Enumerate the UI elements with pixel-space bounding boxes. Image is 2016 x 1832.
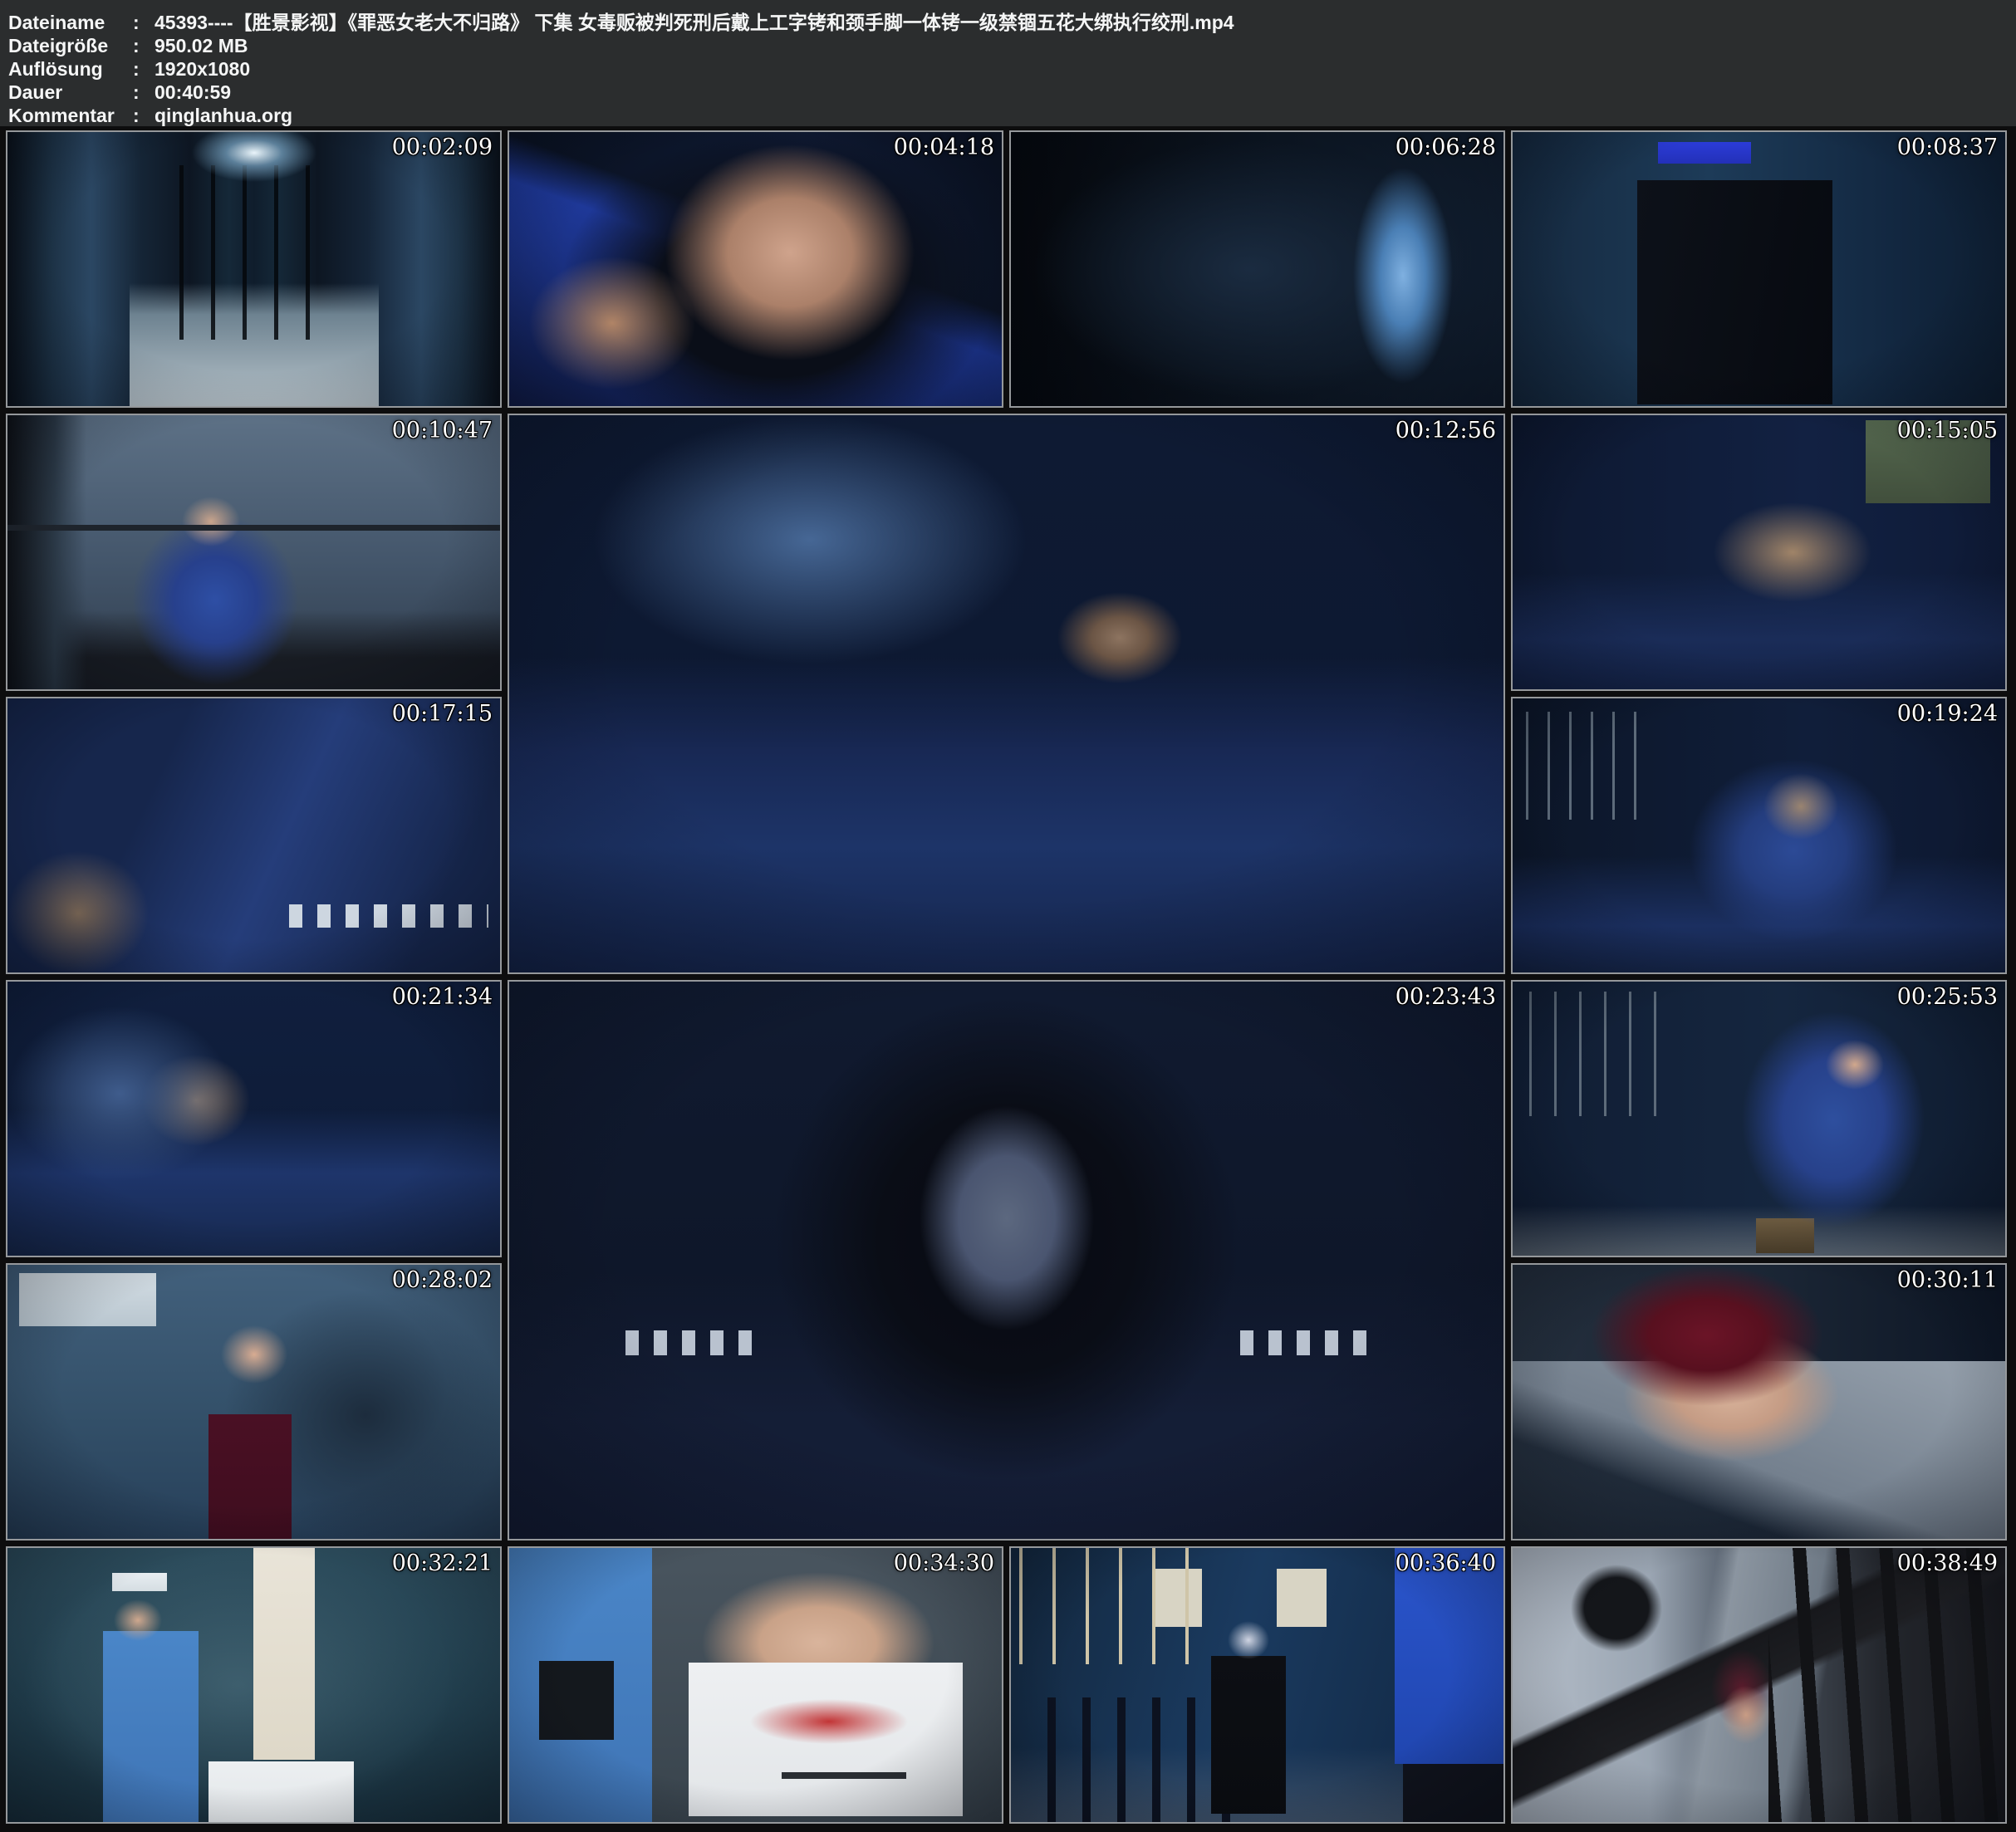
timestamp-overlay: 00:38:49 (1897, 1550, 1998, 1576)
field-separator: : (133, 104, 155, 127)
video-thumbnail: 00:04:18 (508, 130, 1003, 408)
comment-value: qinglanhua.org (155, 104, 2016, 127)
contact-sheet-page: { "header": { "colon": ":", "fields": [ … (0, 0, 2016, 1832)
field-separator: : (133, 57, 155, 81)
video-thumbnail: 00:28:02 (6, 1263, 502, 1541)
video-thumbnail: 00:30:11 (1511, 1263, 2007, 1541)
video-thumbnail-large: 00:23:43 (508, 980, 1505, 1541)
timestamp-overlay: 00:36:40 (1396, 1550, 1496, 1576)
field-label: Dateiname (8, 11, 133, 34)
timestamp-overlay: 00:34:30 (894, 1550, 994, 1576)
file-info-row: Kommentar : qinglanhua.org (8, 104, 2016, 127)
timestamp-overlay: 00:21:34 (392, 984, 493, 1010)
timestamp-overlay: 00:30:11 (1897, 1267, 1998, 1293)
timestamp-overlay: 00:23:43 (1396, 984, 1496, 1010)
file-info-row: Dateigröße : 950.02 MB (8, 34, 2016, 57)
video-thumbnail: 00:36:40 (1009, 1546, 1505, 1824)
video-thumbnail: 00:21:34 (6, 980, 502, 1257)
file-info-header: Dateiname : 45393----【胜景影视】《罪恶女老大不归路》 下集… (0, 0, 2016, 126)
file-info-row: Dateiname : 45393----【胜景影视】《罪恶女老大不归路》 下集… (8, 11, 2016, 34)
file-info-row: Dauer : 00:40:59 (8, 81, 2016, 104)
field-label: Dateigröße (8, 34, 133, 57)
video-thumbnail: 00:17:15 (6, 697, 502, 974)
field-separator: : (133, 11, 155, 34)
field-label: Dauer (8, 81, 133, 104)
timestamp-overlay: 00:04:18 (894, 135, 994, 160)
timestamp-overlay: 00:32:21 (392, 1550, 493, 1576)
video-thumbnail: 00:34:30 (508, 1546, 1003, 1824)
video-thumbnail-large: 00:12:56 (508, 414, 1505, 974)
timestamp-overlay: 00:19:24 (1897, 701, 1998, 727)
timestamp-overlay: 00:08:37 (1897, 135, 1998, 160)
timestamp-overlay: 00:15:05 (1897, 418, 1998, 443)
timestamp-overlay: 00:12:56 (1396, 418, 1496, 443)
video-thumbnail: 00:19:24 (1511, 697, 2007, 974)
duration-value: 00:40:59 (155, 81, 2016, 104)
timestamp-overlay: 00:28:02 (392, 1267, 493, 1293)
video-thumbnail: 00:15:05 (1511, 414, 2007, 691)
timestamp-overlay: 00:06:28 (1396, 135, 1496, 160)
resolution-value: 1920x1080 (155, 57, 2016, 81)
timestamp-overlay: 00:02:09 (392, 135, 493, 160)
timestamp-overlay: 00:10:47 (392, 418, 493, 443)
timestamp-overlay: 00:17:15 (392, 701, 493, 727)
video-thumbnail: 00:06:28 (1009, 130, 1505, 408)
file-info-row: Auflösung : 1920x1080 (8, 57, 2016, 81)
video-thumbnail: 00:08:37 (1511, 130, 2007, 408)
video-thumbnail: 00:02:09 (6, 130, 502, 408)
filename-value: 45393----【胜景影视】《罪恶女老大不归路》 下集 女毒贩被判死刑后戴上工… (155, 11, 2016, 34)
video-thumbnail: 00:38:49 (1511, 1546, 2007, 1824)
field-separator: : (133, 34, 155, 57)
field-separator: : (133, 81, 155, 104)
field-label: Auflösung (8, 57, 133, 81)
video-thumbnail: 00:32:21 (6, 1546, 502, 1824)
video-thumbnail: 00:10:47 (6, 414, 502, 691)
video-thumbnail: 00:25:53 (1511, 980, 2007, 1257)
field-label: Kommentar (8, 104, 133, 127)
filesize-value: 950.02 MB (155, 34, 2016, 57)
timestamp-overlay: 00:25:53 (1897, 984, 1998, 1010)
contact-sheet-grid: 00:02:09 00:04:18 00:06:28 00:08:37 00:1… (0, 126, 2016, 1830)
